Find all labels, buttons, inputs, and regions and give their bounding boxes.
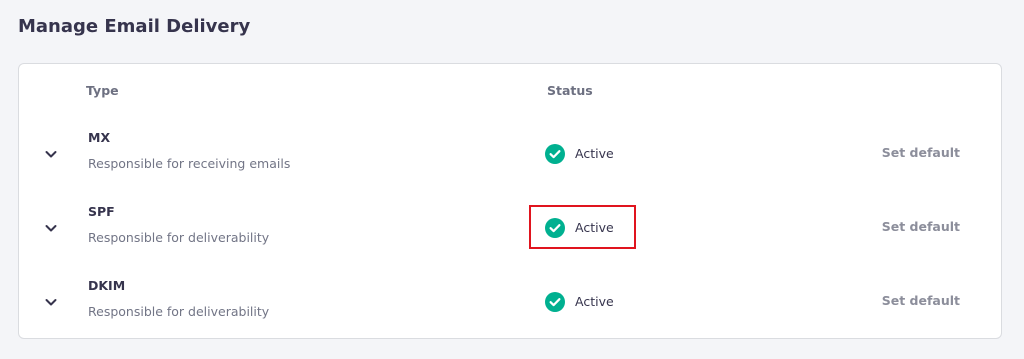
chevron-down-icon[interactable] xyxy=(43,294,59,310)
table-row: SPF Responsible for deliverability Activ… xyxy=(19,191,1001,265)
record-type-description: Responsible for deliverability xyxy=(88,230,270,245)
status-text: Active xyxy=(575,146,614,161)
set-default-button[interactable]: Set default xyxy=(882,219,960,235)
table-row: DKIM Responsible for deliverability Acti… xyxy=(19,265,1001,339)
status-badge: Active xyxy=(545,292,614,312)
record-type-description: Responsible for deliverability xyxy=(88,304,270,319)
table-row: MX Responsible for receiving emails Acti… xyxy=(19,117,1001,191)
check-circle-icon xyxy=(545,144,565,164)
column-header-status: Status xyxy=(547,83,593,98)
status-badge: Active xyxy=(545,144,614,164)
set-default-button[interactable]: Set default xyxy=(882,145,960,161)
email-delivery-table: Type Status MX Responsible for receiving… xyxy=(18,63,1002,339)
status-badge: Active xyxy=(545,218,614,238)
record-type-name: MX xyxy=(88,130,111,145)
set-default-button[interactable]: Set default xyxy=(882,293,960,309)
status-text: Active xyxy=(575,220,614,235)
page-title: Manage Email Delivery xyxy=(18,16,251,37)
check-circle-icon xyxy=(545,292,565,312)
chevron-down-icon[interactable] xyxy=(43,220,59,236)
column-header-type: Type xyxy=(86,83,119,98)
record-type-name: DKIM xyxy=(88,278,126,293)
chevron-down-icon[interactable] xyxy=(43,146,59,162)
record-type-name: SPF xyxy=(88,204,115,219)
status-text: Active xyxy=(575,294,614,309)
record-type-description: Responsible for receiving emails xyxy=(88,156,291,171)
check-circle-icon xyxy=(545,218,565,238)
